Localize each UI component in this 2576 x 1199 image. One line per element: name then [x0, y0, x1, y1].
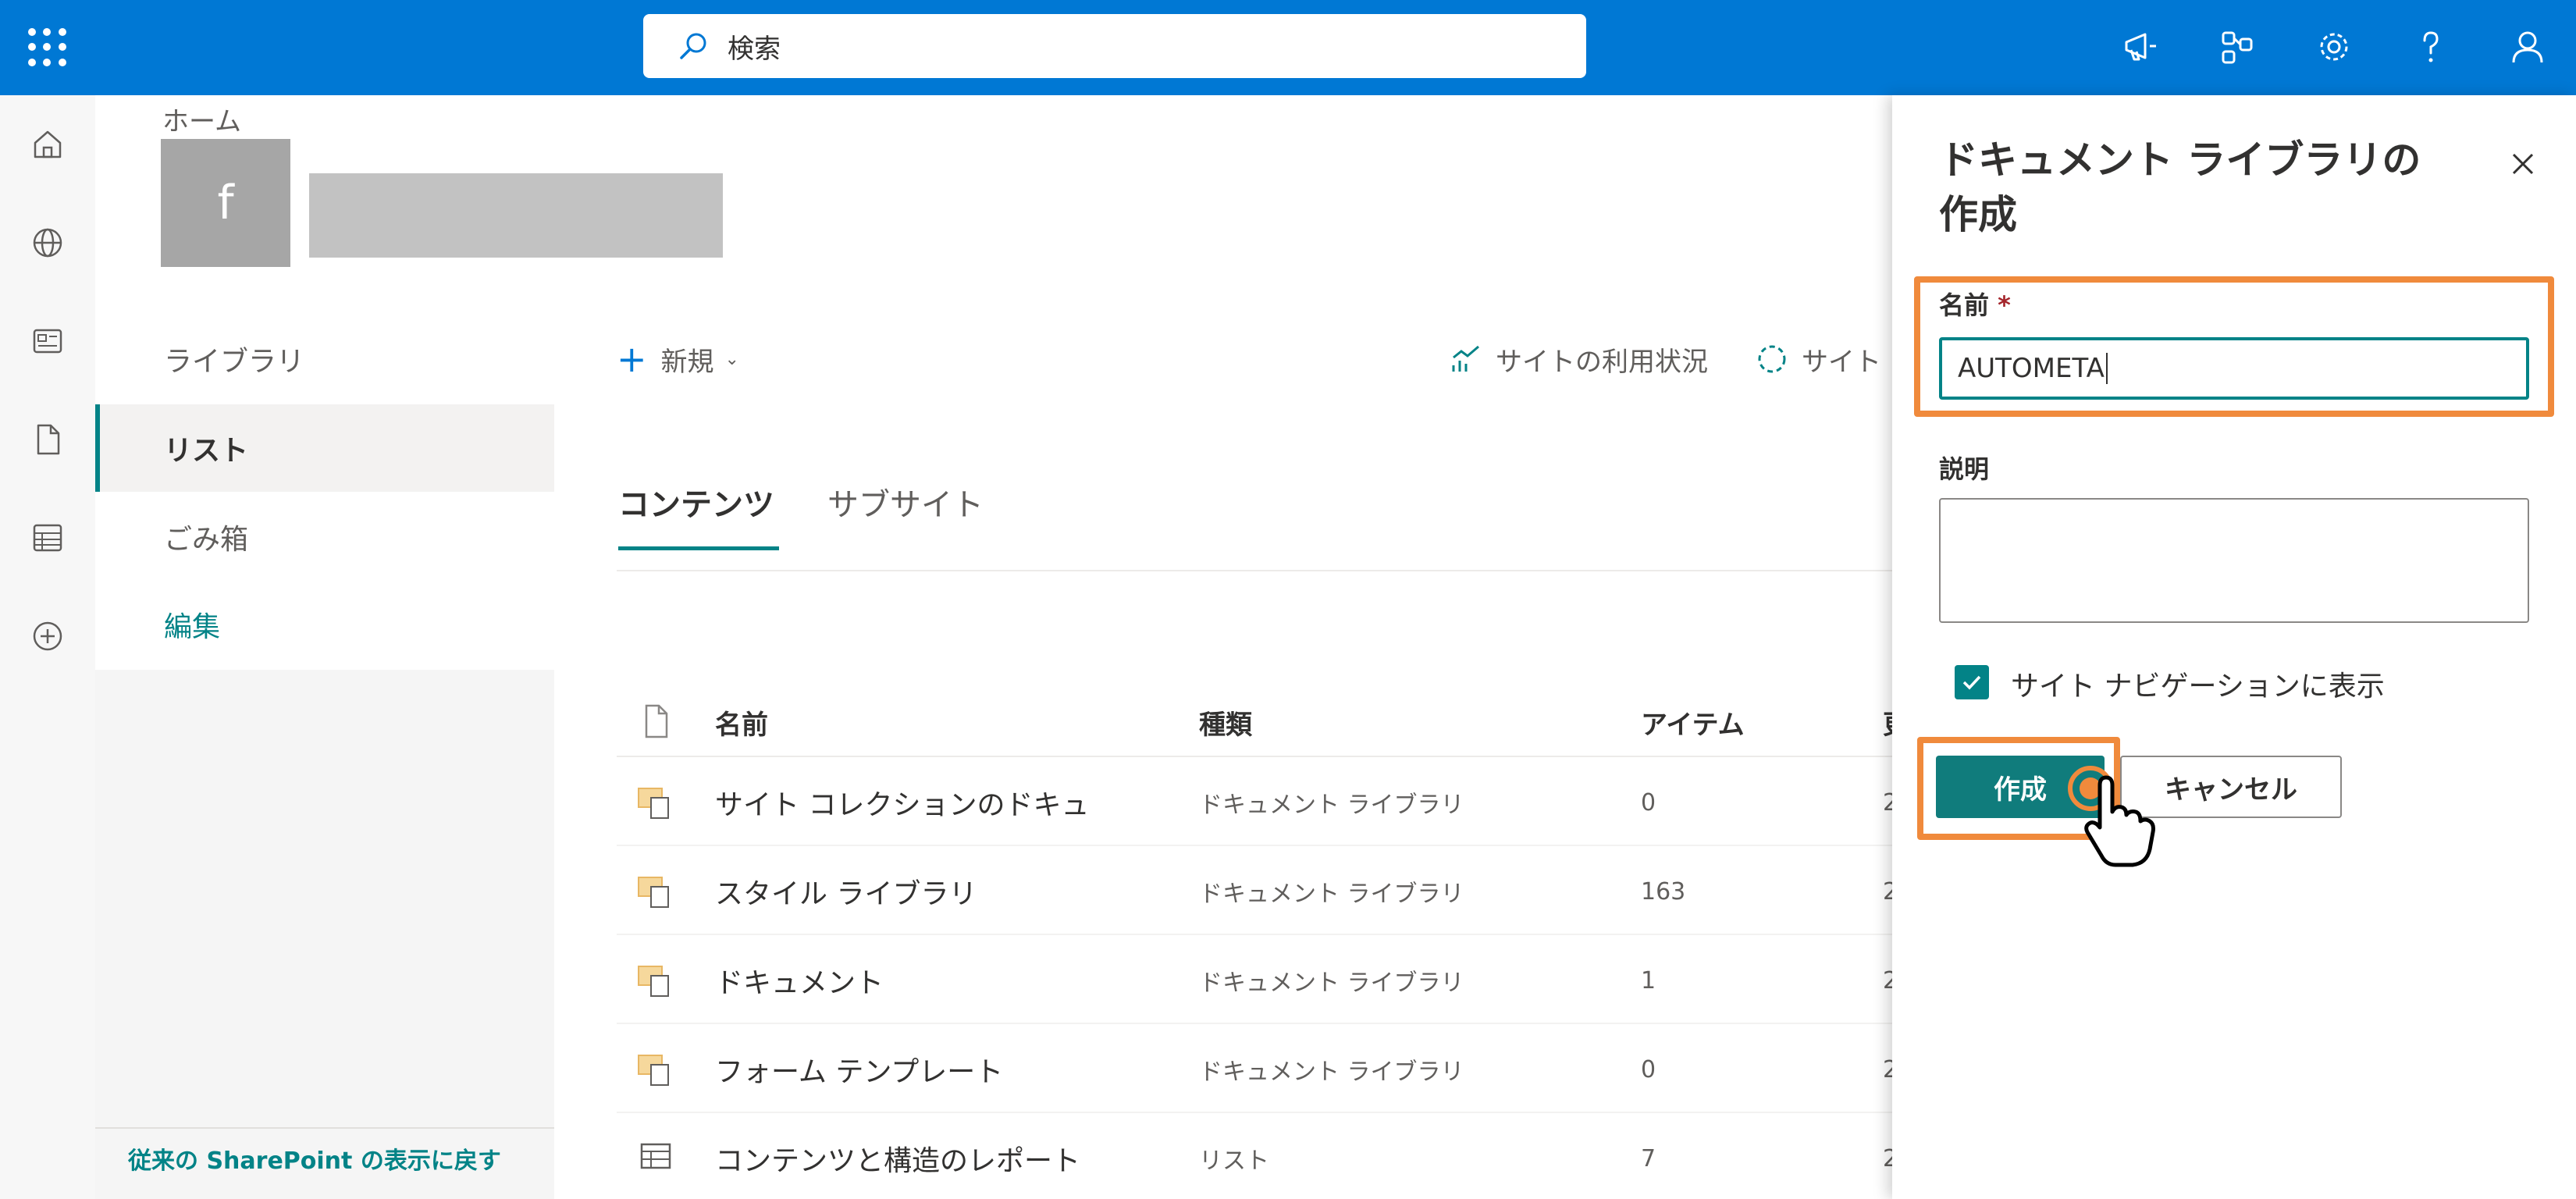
file-type-icon	[645, 704, 668, 738]
document-library-icon	[638, 966, 669, 997]
create-library-panel: ドキュメント ライブラリの作成 名前 * AUTOMETA 説明 サイト ナビゲ…	[1892, 95, 2576, 1199]
hand-cursor-icon	[2068, 766, 2155, 867]
row-type: ドキュメント ライブラリ	[1199, 1058, 1464, 1086]
return-to-classic-link[interactable]: 従来の SharePoint の表示に戻す	[128, 1141, 501, 1176]
tabs-divider	[617, 570, 1897, 571]
classic-divider	[95, 1127, 554, 1129]
show-in-navigation-checkbox[interactable]	[1955, 665, 1989, 699]
row-name[interactable]: フォーム テンプレート	[715, 1026, 1003, 1113]
list-icon	[640, 1143, 671, 1169]
document-library-icon	[638, 788, 669, 819]
table-header: 名前 種類 アイテム 更	[617, 687, 1909, 757]
row-type: ドキュメント ライブラリ	[1199, 792, 1464, 819]
site-usage-command[interactable]: サイトの利用状況	[1449, 336, 1708, 382]
site-workflow-label: サイト	[1802, 346, 1881, 378]
table-row[interactable]: フォーム テンプレート ドキュメント ライブラリ 0 2	[617, 1026, 1898, 1113]
app-rail	[0, 95, 95, 1199]
new-command[interactable]: + 新規 ⌄	[617, 336, 739, 382]
search-box[interactable]: 検索	[643, 14, 1586, 78]
close-icon[interactable]	[2501, 142, 2545, 186]
row-name[interactable]: コンテンツと構造のレポート	[715, 1115, 1080, 1199]
search-input[interactable]: 検索	[728, 27, 781, 66]
tab-subsites[interactable]: サブサイト	[827, 479, 984, 525]
chart-trend-icon	[1452, 345, 1479, 372]
tab-active-indicator	[618, 546, 779, 550]
row-type: ドキュメント ライブラリ	[1199, 881, 1464, 908]
site-logo[interactable]: f	[161, 139, 290, 267]
nav-item-libraries[interactable]: ライブラリ	[95, 315, 554, 403]
breadcrumb-home[interactable]: ホーム	[162, 100, 241, 138]
create-icon[interactable]	[23, 612, 72, 660]
row-count: 163	[1641, 877, 1686, 905]
document-library-icon	[638, 877, 669, 908]
site-workflow-command[interactable]: サイト	[1755, 336, 1881, 382]
globe-icon[interactable]	[23, 219, 72, 267]
row-count: 0	[1641, 1055, 1656, 1083]
row-count: 7	[1641, 1144, 1656, 1172]
panel-title: ドキュメント ライブラリの作成	[1939, 137, 2421, 237]
chevron-down-icon: ⌄	[724, 349, 739, 369]
site-left-nav: ライブラリ リスト ごみ箱 編集	[95, 312, 554, 1199]
home-icon[interactable]	[23, 120, 72, 169]
tab-contents[interactable]: コンテンツ	[618, 479, 774, 525]
site-usage-label: サイトの利用状況	[1496, 346, 1708, 378]
description-label: 説明	[1939, 454, 1990, 484]
account-icon[interactable]	[2504, 23, 2551, 70]
nav-item-edit[interactable]: 編集	[95, 581, 554, 668]
new-label: 新規	[660, 346, 714, 378]
plus-icon: +	[617, 338, 647, 380]
nav-item-lists[interactable]: リスト	[95, 404, 554, 492]
table-row[interactable]: スタイル ライブラリ ドキュメント ライブラリ 163 2	[617, 848, 1898, 935]
lists-icon[interactable]	[23, 514, 72, 562]
row-name[interactable]: スタイル ライブラリ	[715, 848, 977, 935]
refresh-icon	[1758, 345, 1786, 373]
name-label: 名前 *	[1939, 290, 2011, 320]
help-icon[interactable]	[2407, 23, 2454, 70]
row-type: リスト	[1199, 1147, 1269, 1175]
suite-bar: 検索	[0, 0, 2576, 95]
site-title-redacted	[309, 173, 723, 258]
required-mark: *	[1998, 290, 2011, 320]
gear-icon[interactable]	[2311, 23, 2357, 70]
connections-icon[interactable]	[2214, 23, 2261, 70]
document-library-icon	[638, 1055, 669, 1086]
show-in-navigation-label[interactable]: サイト ナビゲーションに表示	[2011, 664, 2385, 704]
file-icon[interactable]	[23, 415, 72, 464]
row-type: ドキュメント ライブラリ	[1199, 970, 1464, 997]
column-header-type[interactable]: 種類	[1199, 687, 1252, 757]
column-header-items[interactable]: アイテム	[1641, 687, 1745, 757]
row-count: 1	[1641, 966, 1656, 994]
search-icon	[680, 33, 706, 59]
news-icon[interactable]	[23, 317, 72, 365]
name-input[interactable]: AUTOMETA	[1939, 337, 2529, 400]
app-launcher-icon[interactable]	[28, 28, 67, 67]
checkmark-icon	[1962, 675, 1981, 690]
nav-item-recycle-bin[interactable]: ごみ箱	[95, 493, 554, 581]
megaphone-icon[interactable]	[2117, 23, 2164, 70]
description-input[interactable]	[1939, 498, 2529, 623]
column-header-name[interactable]: 名前	[715, 687, 768, 757]
table-row[interactable]: サイト コレクションのドキュ ドキュメント ライブラリ 0 2	[617, 759, 1898, 846]
row-name[interactable]: サイト コレクションのドキュ	[715, 759, 1089, 846]
table-row[interactable]: ドキュメント ドキュメント ライブラリ 1 2	[617, 937, 1898, 1024]
row-name[interactable]: ドキュメント	[715, 937, 884, 1024]
row-count: 0	[1641, 788, 1656, 817]
table-row[interactable]: コンテンツと構造のレポート リスト 7 2	[617, 1115, 1898, 1199]
